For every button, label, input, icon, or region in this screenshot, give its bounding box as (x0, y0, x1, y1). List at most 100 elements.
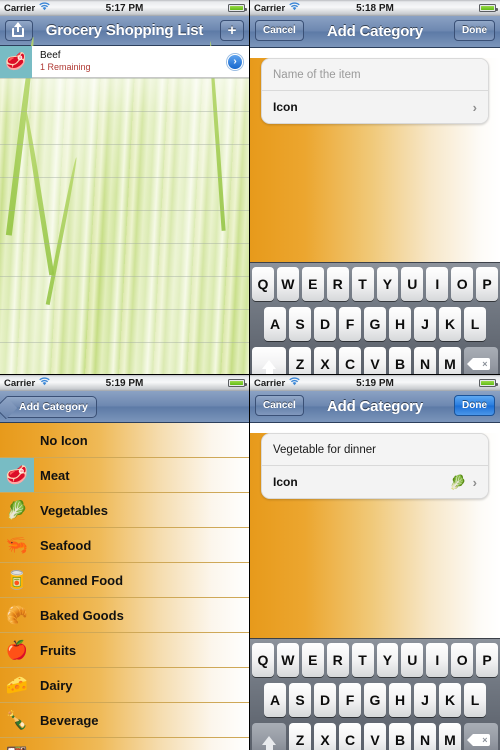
key-l[interactable]: L (464, 683, 486, 717)
name-field-row[interactable]: Name of the item (262, 59, 488, 91)
list-item[interactable]: 🍾 Beverage (0, 703, 249, 738)
list-item[interactable]: 🧀 Dairy (0, 668, 249, 703)
name-field-row[interactable]: Vegetable for dinner (262, 434, 488, 466)
key-q[interactable]: Q (251, 267, 274, 301)
key-c[interactable]: C (339, 347, 361, 374)
list-item[interactable]: No Icon (0, 423, 249, 458)
icon-row-right: 🥬 › (449, 474, 477, 491)
list-item[interactable]: 🥩 Beef 1 Remaining › (0, 45, 249, 78)
onscreen-keyboard[interactable]: Q W E R T Y U I O P A S D F G H J K L Z … (250, 638, 500, 750)
back-button[interactable]: Add Category (5, 396, 97, 418)
key-i[interactable]: I (426, 643, 449, 677)
list-item[interactable]: 🍱 (0, 738, 249, 750)
backspace-icon: × (466, 358, 490, 370)
key-e[interactable]: E (301, 643, 324, 677)
icon-row-right: › (473, 100, 477, 115)
key-w[interactable]: W (276, 643, 299, 677)
key-r[interactable]: R (326, 267, 349, 301)
key-f[interactable]: F (339, 307, 361, 341)
key-j[interactable]: J (414, 683, 436, 717)
cancel-button[interactable]: Cancel (255, 20, 304, 41)
icon-picker-row[interactable]: Icon › (262, 91, 488, 123)
key-y[interactable]: Y (376, 267, 399, 301)
key-a[interactable]: A (264, 683, 286, 717)
key-n[interactable]: N (414, 723, 436, 750)
key-x[interactable]: X (314, 347, 336, 374)
key-h[interactable]: H (389, 683, 411, 717)
done-button[interactable]: Done (454, 20, 495, 41)
name-input[interactable]: Vegetable for dinner (273, 444, 376, 456)
key-f[interactable]: F (339, 683, 361, 717)
key-z[interactable]: Z (289, 723, 311, 750)
key-c[interactable]: C (339, 723, 361, 750)
key-w[interactable]: W (276, 267, 299, 301)
keyboard-row-3: Z X C V B N M × (252, 723, 498, 750)
key-h[interactable]: H (389, 307, 411, 341)
key-m[interactable]: M (439, 347, 461, 374)
key-u[interactable]: U (401, 643, 424, 677)
key-r[interactable]: R (326, 643, 349, 677)
key-v[interactable]: V (364, 347, 386, 374)
name-input[interactable]: Name of the item (273, 69, 361, 81)
key-k[interactable]: K (439, 683, 461, 717)
shift-icon (262, 735, 276, 750)
key-p[interactable]: P (476, 267, 499, 301)
form-card: Name of the item Icon › (261, 58, 489, 124)
done-button[interactable]: Done (454, 395, 495, 416)
key-d[interactable]: D (314, 307, 336, 341)
key-d[interactable]: D (314, 683, 336, 717)
key-x[interactable]: X (314, 723, 336, 750)
key-o[interactable]: O (451, 643, 474, 677)
key-s[interactable]: S (289, 307, 311, 341)
key-b[interactable]: B (389, 347, 411, 374)
key-t[interactable]: T (351, 267, 374, 301)
keyboard-row-2: A S D F G H J K L (252, 683, 498, 717)
key-z[interactable]: Z (289, 347, 311, 374)
list-item[interactable]: 🥬 Vegetables (0, 493, 249, 528)
backspace-key[interactable]: × (464, 723, 498, 750)
key-e[interactable]: E (301, 267, 324, 301)
key-v[interactable]: V (364, 723, 386, 750)
clock-label: 5:17 PM (105, 2, 144, 14)
disclosure-chevron-icon[interactable]: › (227, 53, 243, 70)
key-u[interactable]: U (401, 267, 424, 301)
cancel-button[interactable]: Cancel (255, 395, 304, 416)
icon-option-label: Baked Goods (40, 607, 124, 623)
panel-icon-picker: Carrier 5:19 PM Add Category No Icon 🥩 M… (0, 375, 250, 750)
icon-picker-row[interactable]: Icon 🥬 › (262, 466, 488, 498)
key-b[interactable]: B (389, 723, 411, 750)
icon-option-label: Beverage (40, 712, 99, 728)
shift-key[interactable] (252, 347, 286, 374)
key-i[interactable]: I (426, 267, 449, 301)
key-l[interactable]: L (464, 307, 486, 341)
backspace-key[interactable]: × (464, 347, 498, 374)
key-n[interactable]: N (414, 347, 436, 374)
key-j[interactable]: J (414, 307, 436, 341)
navigation-bar: Grocery Shopping List + (0, 16, 249, 46)
key-g[interactable]: G (364, 307, 386, 341)
navigation-bar: Add Category (0, 391, 249, 423)
fruits-icon: 🍎 (5, 639, 29, 660)
key-y[interactable]: Y (376, 643, 399, 677)
key-p[interactable]: P (476, 643, 499, 677)
add-item-button[interactable]: + (220, 20, 244, 41)
list-item[interactable]: 🥩 Meat (0, 458, 249, 493)
list-item[interactable]: 🦐 Seafood (0, 528, 249, 563)
list-item[interactable]: 🥫 Canned Food (0, 563, 249, 598)
panel-add-category-filled: Carrier 5:19 PM Cancel Add Category Done… (250, 375, 500, 750)
shift-key[interactable] (252, 723, 286, 750)
icon-options-list[interactable]: No Icon 🥩 Meat 🥬 Vegetables 🦐 Seafood 🥫 … (0, 423, 249, 750)
screenshot-grid: Carrier 5:17 PM Grocery Shopping List + (0, 0, 500, 750)
key-k[interactable]: K (439, 307, 461, 341)
key-t[interactable]: T (351, 643, 374, 677)
list-item[interactable]: 🥐 Baked Goods (0, 598, 249, 633)
key-s[interactable]: S (289, 683, 311, 717)
key-g[interactable]: G (364, 683, 386, 717)
onscreen-keyboard[interactable]: Q W E R T Y U I O P A S D F G H J K L Z … (250, 262, 500, 374)
key-q[interactable]: Q (251, 643, 274, 677)
share-button[interactable] (5, 20, 33, 41)
list-item[interactable]: 🍎 Fruits (0, 633, 249, 668)
key-a[interactable]: A (264, 307, 286, 341)
key-m[interactable]: M (439, 723, 461, 750)
key-o[interactable]: O (451, 267, 474, 301)
